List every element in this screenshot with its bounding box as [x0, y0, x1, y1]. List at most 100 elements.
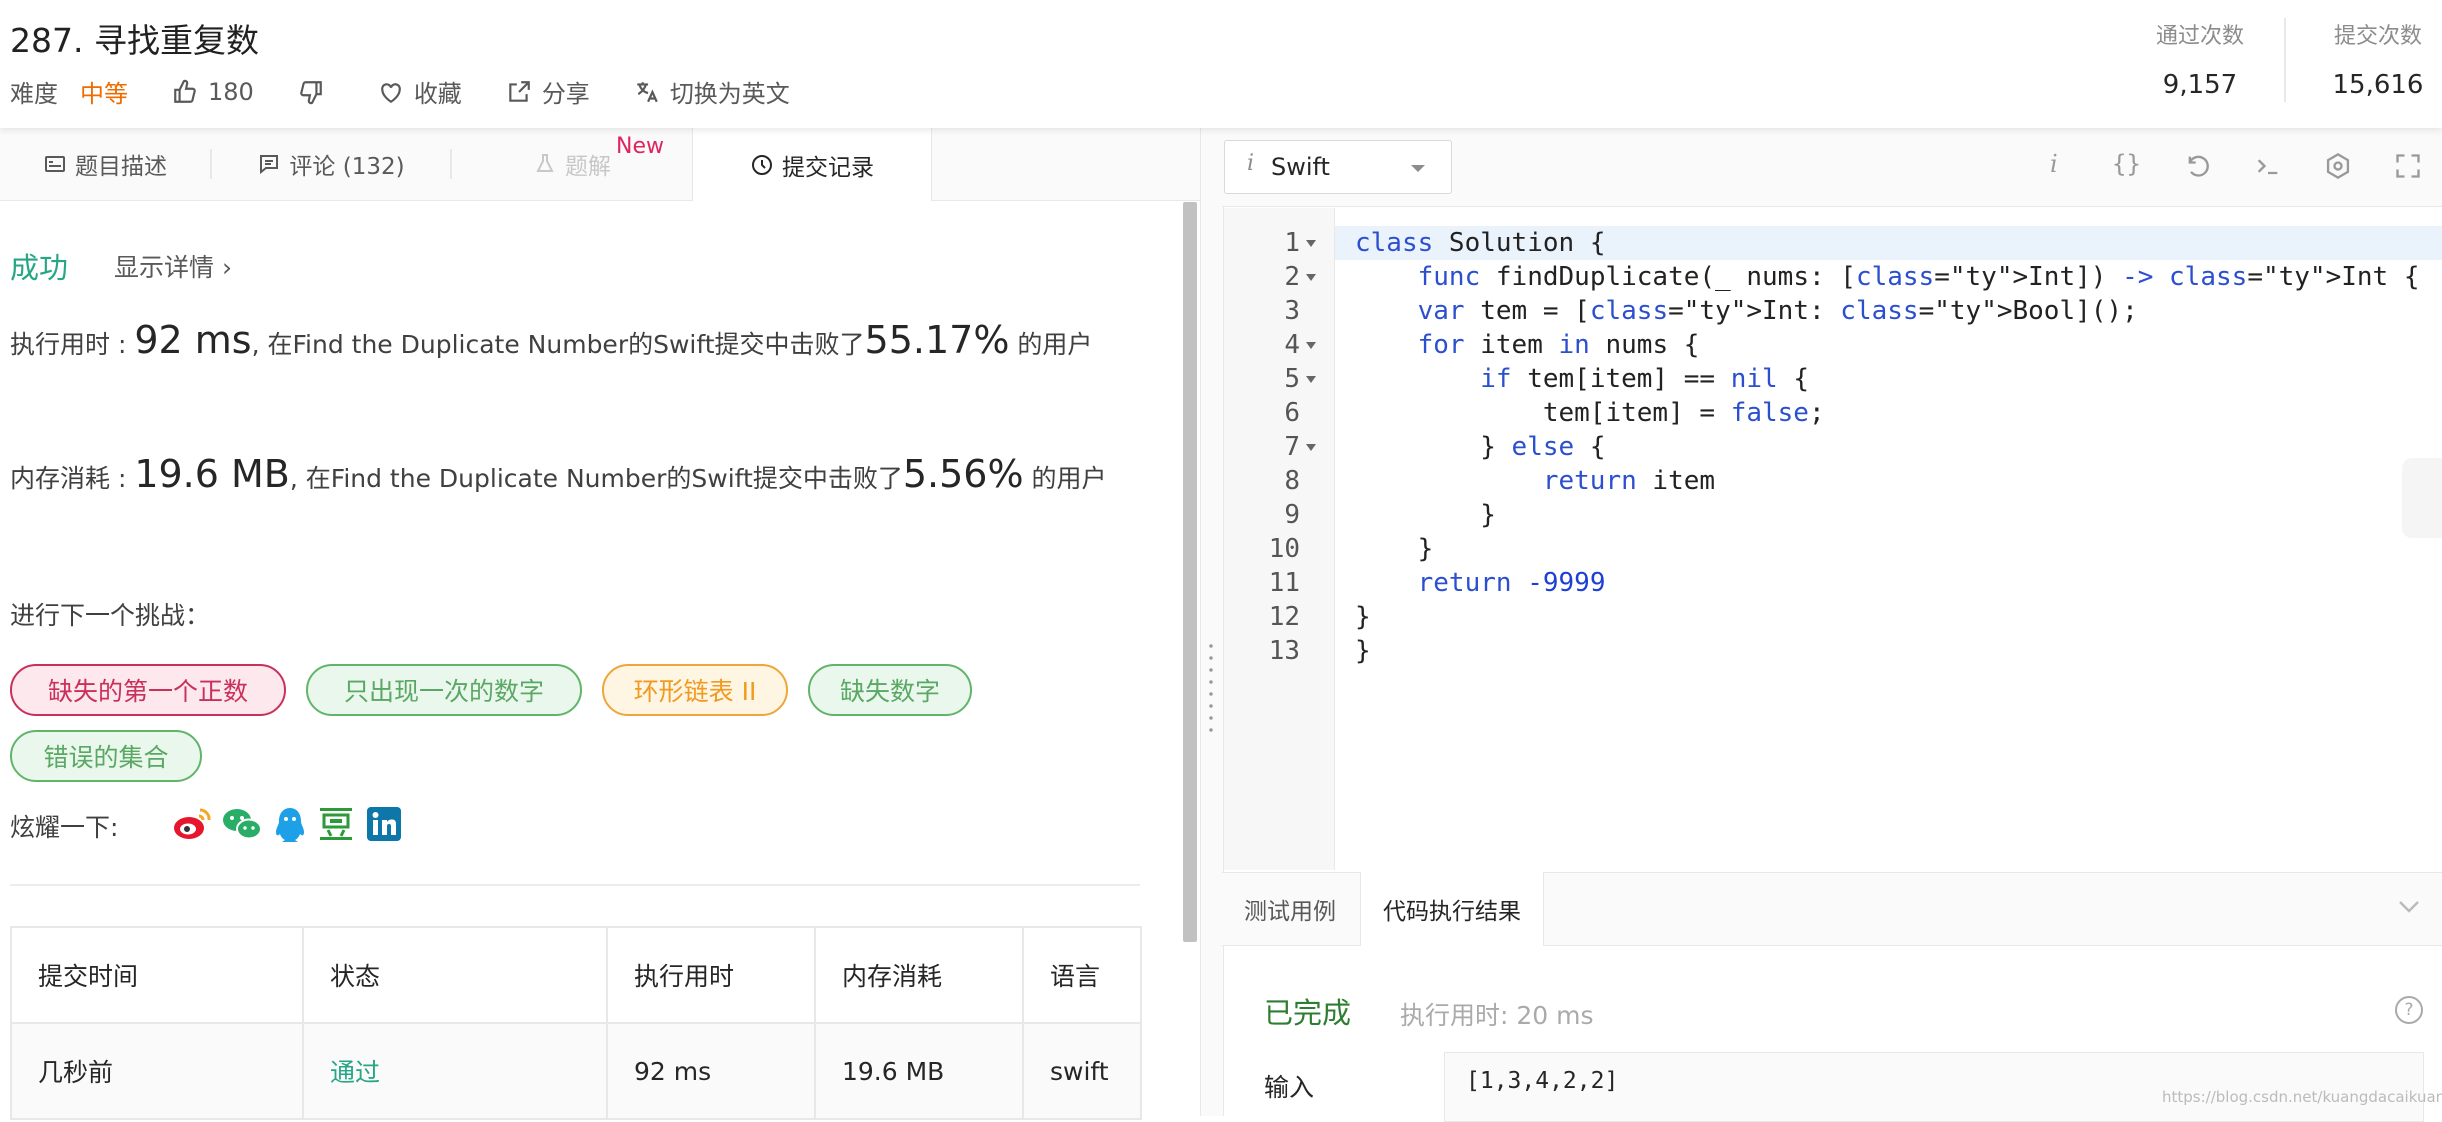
- fold-arrow-icon[interactable]: [1306, 342, 1316, 349]
- linkedin-icon[interactable]: [366, 806, 402, 842]
- runtime-value: 92 ms: [134, 318, 252, 362]
- code-line: }: [1355, 534, 1434, 564]
- challenge-chip[interactable]: 错误的集合: [10, 730, 202, 782]
- memory-suffix: 的用户: [1023, 464, 1107, 493]
- line-number: 2: [1284, 262, 1300, 292]
- code-line: class Solution {: [1355, 228, 1606, 258]
- wechat-icon[interactable]: [222, 806, 262, 842]
- help-icon[interactable]: ?: [2395, 996, 2423, 1024]
- language-select[interactable]: i Swift: [1224, 140, 1452, 194]
- tab-description[interactable]: 题目描述: [0, 128, 210, 200]
- info-icon[interactable]: i: [2050, 150, 2058, 178]
- tab-solutions-label: 题解: [565, 154, 611, 180]
- side-panel-handle[interactable]: [2402, 458, 2442, 538]
- thumbs-down-icon: [299, 80, 322, 104]
- chevron-down-icon: [1411, 165, 1425, 172]
- fold-arrow-icon[interactable]: [1306, 376, 1316, 383]
- thumbs-up-icon: [174, 79, 196, 103]
- favorite-button[interactable]: 收藏: [378, 74, 462, 109]
- tab-submissions[interactable]: 提交记录: [692, 128, 932, 201]
- code-line: return item: [1542, 466, 1716, 496]
- status-cell[interactable]: 通过: [302, 1022, 608, 1120]
- problem-header: 287. 寻找重复数 难度 中等 180 收藏 分享 切换为英文 通过次数 9,…: [0, 0, 2442, 128]
- table-row[interactable]: 几秒前 通过 92 ms 19.6 MB swift: [10, 1022, 1142, 1120]
- table-header-row: 提交时间 状态 执行用时 内存消耗 语言: [10, 926, 1142, 1024]
- fold-arrow-icon[interactable]: [1306, 240, 1316, 247]
- language-cell: swift: [1022, 1022, 1142, 1120]
- difficulty-label: 难度: [10, 80, 58, 108]
- show-details-link[interactable]: 显示详情 ›: [114, 248, 232, 284]
- reset-icon[interactable]: [2184, 152, 2212, 180]
- line-number: 1: [1284, 228, 1300, 258]
- exec-time: 执行用时: 20 ms: [1400, 1001, 1594, 1030]
- memory-cell: 19.6 MB: [814, 1022, 1024, 1120]
- exec-status: 已完成: [1264, 996, 1352, 1030]
- section-divider: [10, 884, 1140, 886]
- runtime-prefix: 执行用时 :: [10, 330, 135, 359]
- column-header: 内存消耗: [814, 926, 1024, 1024]
- left-tabs: 题目描述 评论 (132) 题解 New 提交记录: [0, 128, 1200, 201]
- line-number: 12: [1268, 602, 1300, 632]
- runtime-middle: , 在Find the Duplicate Number的Swift提交中击败了: [251, 330, 865, 359]
- info-icon: i: [1247, 151, 1255, 176]
- difficulty-value: 中等: [80, 80, 128, 108]
- settings-icon[interactable]: [2324, 152, 2352, 180]
- memory-percent: 5.56%: [902, 452, 1024, 496]
- problem-meta-bar: 难度 中等 180 收藏 分享 切换为英文: [10, 74, 834, 109]
- console-icon[interactable]: [2254, 152, 2282, 180]
- braces-icon[interactable]: {}: [2112, 150, 2141, 178]
- like-button[interactable]: 180: [172, 78, 254, 106]
- qq-icon[interactable]: [272, 806, 308, 844]
- code-line: if tem[item] == nil {: [1480, 364, 1809, 394]
- input-label: 输入: [1264, 1073, 1315, 1102]
- dislike-button[interactable]: [298, 79, 334, 105]
- challenge-chip[interactable]: 环形链表 II: [602, 664, 788, 716]
- fold-arrow-icon[interactable]: [1306, 444, 1316, 451]
- code-line: var tem = [class="ty">Int: class="ty">Bo…: [1417, 296, 2138, 326]
- tab-run-result[interactable]: 代码执行结果: [1360, 872, 1544, 946]
- line-number: 5: [1284, 364, 1300, 394]
- challenge-chip[interactable]: 缺失数字: [808, 664, 972, 716]
- submissions-value: 15,616: [2332, 70, 2424, 100]
- description-icon: [45, 156, 65, 172]
- submit-time-cell: 几秒前: [10, 1022, 304, 1120]
- column-header: 状态: [302, 926, 608, 1024]
- problem-title: 287. 寻找重复数: [10, 21, 259, 60]
- language-select-value: Swift: [1271, 153, 1330, 181]
- tab-comments[interactable]: 评论 (132): [212, 128, 450, 200]
- line-number: 6: [1284, 398, 1300, 428]
- tab-testcase[interactable]: 测试用例: [1244, 872, 1336, 946]
- share-button[interactable]: 分享: [506, 74, 590, 109]
- challenge-chip[interactable]: 只出现一次的数字: [306, 664, 582, 716]
- pane-splitter[interactable]: [1200, 128, 1224, 1116]
- code-line: tem[item] = false;: [1355, 398, 1825, 428]
- fold-arrow-icon[interactable]: [1306, 274, 1316, 281]
- douban-icon[interactable]: [318, 806, 354, 842]
- code-line: } else {: [1355, 432, 1606, 462]
- submissions-stat: 提交次数 15,616: [2318, 18, 2438, 100]
- memory-prefix: 内存消耗 :: [10, 464, 135, 493]
- switch-language-button[interactable]: 切换为英文: [634, 74, 790, 109]
- line-number: 9: [1284, 500, 1300, 530]
- code-line: }: [1355, 602, 1371, 632]
- line-number: 8: [1284, 466, 1300, 496]
- chevron-down-icon[interactable]: [2398, 900, 2420, 914]
- weibo-icon[interactable]: [172, 806, 212, 842]
- line-number: 11: [1268, 568, 1300, 598]
- comment-icon: [260, 155, 279, 175]
- code-line: }: [1355, 636, 1371, 666]
- fullscreen-icon[interactable]: [2394, 152, 2422, 180]
- code-line: return -9999: [1417, 568, 1606, 598]
- splitter-grip[interactable]: [1209, 640, 1213, 740]
- runtime-summary: 执行用时 : 92 ms, 在Find the Duplicate Number…: [10, 320, 1120, 365]
- tab-solutions[interactable]: 题解 New: [452, 128, 692, 200]
- tab-comments-label: 评论 (132): [289, 154, 405, 180]
- left-scrollbar[interactable]: [1183, 202, 1197, 942]
- share-icon: [509, 80, 530, 102]
- runtime-cell: 92 ms: [606, 1022, 816, 1120]
- accepted-value: 9,157: [2162, 70, 2238, 100]
- input-value: [1,3,4,2,2]: [1466, 1068, 1619, 1094]
- translate-icon: [637, 81, 658, 102]
- challenge-chip[interactable]: 缺失的第一个正数: [10, 664, 286, 716]
- line-number: 7: [1284, 432, 1300, 462]
